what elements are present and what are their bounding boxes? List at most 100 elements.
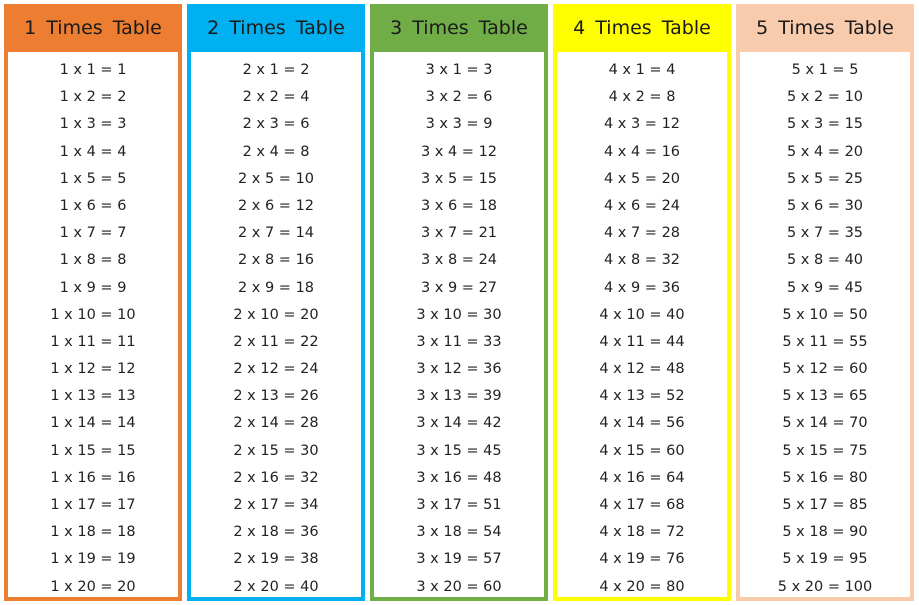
table-row: 2 x 17 = 34 <box>233 497 319 513</box>
table-row: 4 x 8 = 32 <box>603 252 681 269</box>
table-row: 5 x 7 = 35 <box>786 225 864 242</box>
table-row: 3 x 6 = 18 <box>420 197 498 214</box>
table-row: 3 x 10 = 30 <box>416 306 502 323</box>
table-row: 3 x 8 = 24 <box>420 252 498 269</box>
table-row: 4 x 17 = 68 <box>599 497 685 513</box>
table-row: 2 x 20 = 40 <box>233 578 319 595</box>
table-row: 4 x 7 = 28 <box>603 225 681 242</box>
table-row: 1 x 6 = 6 <box>59 197 127 214</box>
table-row: 1 x 13 = 13 <box>50 388 136 405</box>
times-table-4: 4 Times Table 4 x 1 = 4 4 x 2 = 8 4 x 3 = 1… <box>553 4 731 601</box>
table-row: 3 x 11 = 33 <box>416 333 502 350</box>
table-row: 1 x 19 = 19 <box>50 551 136 568</box>
table-row: 2 x 5 = 10 <box>237 170 315 187</box>
table-row: 1 x 15 = 15 <box>50 442 136 459</box>
table-row: 4 x 19 = 76 <box>599 551 685 568</box>
table-row: 3 x 7 = 21 <box>420 225 498 242</box>
table-row: 4 x 1 = 4 <box>608 62 676 78</box>
table-row: 5 x 5 = 25 <box>786 170 864 187</box>
table-row: 5 x 12 = 60 <box>782 361 868 378</box>
table-row: 5 x 1 = 5 <box>791 62 859 78</box>
table-row: 5 x 6 = 30 <box>786 197 864 214</box>
table-row: 5 x 4 = 20 <box>786 143 864 160</box>
table-row: 4 x 6 = 24 <box>603 197 681 214</box>
table-row: 1 x 4 = 4 <box>59 143 127 160</box>
table-row: 2 x 11 = 22 <box>233 333 319 350</box>
table-row: 5 x 20 = 100 <box>777 578 873 595</box>
table-row: 1 x 9 = 9 <box>59 279 127 296</box>
table-title: 3 Times Table <box>370 4 548 52</box>
table-row: 2 x 9 = 18 <box>237 279 315 296</box>
table-row: 3 x 4 = 12 <box>420 143 498 160</box>
table-title: 2 Times Table <box>187 4 365 52</box>
table-row: 5 x 11 = 55 <box>782 333 868 350</box>
table-row: 5 x 19 = 95 <box>782 551 868 568</box>
table-row: 3 x 15 = 45 <box>416 442 502 459</box>
table-row: 1 x 3 = 3 <box>59 116 127 133</box>
table-row: 1 x 10 = 10 <box>50 306 136 323</box>
table-row: 4 x 9 = 36 <box>603 279 681 296</box>
table-row: 3 x 14 = 42 <box>416 415 502 432</box>
table-row: 3 x 9 = 27 <box>420 279 498 296</box>
table-row: 1 x 1 = 1 <box>59 62 127 78</box>
table-row: 5 x 16 = 80 <box>782 469 868 486</box>
table-row: 1 x 14 = 14 <box>50 415 136 432</box>
table-row: 1 x 16 = 16 <box>50 469 136 486</box>
table-rows: 4 x 1 = 4 4 x 2 = 8 4 x 3 = 12 4 x 4 = 16 4 … <box>557 52 727 601</box>
table-row: 2 x 18 = 36 <box>233 524 319 541</box>
table-row: 3 x 5 = 15 <box>420 170 498 187</box>
table-row: 1 x 17 = 17 <box>50 497 136 513</box>
table-rows: 5 x 1 = 5 5 x 2 = 10 5 x 3 = 15 5 x 4 = 20 5… <box>740 52 910 601</box>
table-row: 3 x 20 = 60 <box>416 578 502 595</box>
table-row: 2 x 13 = 26 <box>233 388 319 405</box>
table-row: 1 x 12 = 12 <box>50 361 136 378</box>
table-row: 3 x 17 = 51 <box>416 497 502 513</box>
table-row: 3 x 3 = 9 <box>425 116 493 133</box>
table-row: 2 x 6 = 12 <box>237 197 315 214</box>
table-row: 2 x 16 = 32 <box>233 469 319 486</box>
table-row: 5 x 9 = 45 <box>786 279 864 296</box>
times-table-2: 2 Times Table 2 x 1 = 2 2 x 2 = 4 2 x 3 = 6… <box>187 4 365 601</box>
table-row: 4 x 5 = 20 <box>603 170 681 187</box>
times-table-1: 1 Times Table 1 x 1 = 1 1 x 2 = 2 1 x 3 = 3… <box>4 4 182 601</box>
table-row: 3 x 13 = 39 <box>416 388 502 405</box>
table-row: 3 x 16 = 48 <box>416 469 502 486</box>
table-row: 2 x 15 = 30 <box>233 442 319 459</box>
table-row: 1 x 18 = 18 <box>50 524 136 541</box>
table-row: 2 x 3 = 6 <box>242 116 310 133</box>
times-table-5: 5 Times Table 5 x 1 = 5 5 x 2 = 10 5 x 3 = … <box>736 4 914 601</box>
table-row: 5 x 8 = 40 <box>786 252 864 269</box>
table-row: 4 x 10 = 40 <box>599 306 685 323</box>
table-row: 4 x 15 = 60 <box>599 442 685 459</box>
table-row: 5 x 3 = 15 <box>786 116 864 133</box>
table-row: 2 x 7 = 14 <box>237 225 315 242</box>
table-row: 5 x 15 = 75 <box>782 442 868 459</box>
table-rows: 1 x 1 = 1 1 x 2 = 2 1 x 3 = 3 1 x 4 = 4 1 x … <box>8 52 178 601</box>
table-row: 4 x 18 = 72 <box>599 524 685 541</box>
table-row: 2 x 19 = 38 <box>233 551 319 568</box>
table-row: 2 x 4 = 8 <box>242 143 310 160</box>
table-row: 4 x 11 = 44 <box>599 333 685 350</box>
table-row: 1 x 11 = 11 <box>50 333 136 350</box>
table-row: 1 x 20 = 20 <box>50 578 136 595</box>
table-row: 1 x 5 = 5 <box>59 170 127 187</box>
table-row: 2 x 14 = 28 <box>233 415 319 432</box>
table-row: 3 x 12 = 36 <box>416 361 502 378</box>
table-row: 4 x 12 = 48 <box>599 361 685 378</box>
table-row: 2 x 2 = 4 <box>242 89 310 106</box>
table-row: 4 x 3 = 12 <box>603 116 681 133</box>
table-row: 4 x 2 = 8 <box>608 89 676 106</box>
table-row: 2 x 10 = 20 <box>233 306 319 323</box>
table-row: 4 x 20 = 80 <box>599 578 685 595</box>
table-row: 5 x 14 = 70 <box>782 415 868 432</box>
table-row: 3 x 19 = 57 <box>416 551 502 568</box>
times-table-3: 3 Times Table 3 x 1 = 3 3 x 2 = 6 3 x 3 = 9… <box>370 4 548 601</box>
table-row: 2 x 1 = 2 <box>242 62 310 78</box>
table-title: 5 Times Table <box>736 4 914 52</box>
table-row: 5 x 10 = 50 <box>782 306 868 323</box>
table-row: 5 x 18 = 90 <box>782 524 868 541</box>
table-row: 2 x 8 = 16 <box>237 252 315 269</box>
table-row: 1 x 7 = 7 <box>59 225 127 242</box>
table-row: 3 x 1 = 3 <box>425 62 493 78</box>
table-row: 3 x 2 = 6 <box>425 89 493 106</box>
